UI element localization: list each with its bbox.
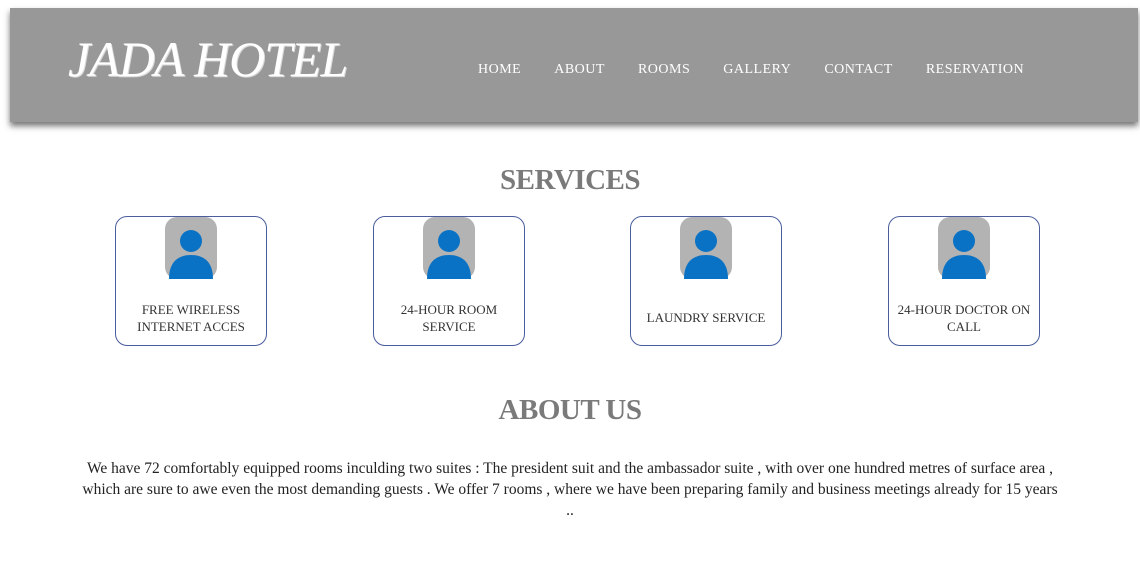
about-title: ABOUT US <box>498 394 642 426</box>
nav-gallery-link[interactable]: GALLERY <box>723 62 791 78</box>
service-card-wireless[interactable]: FREE WIRELESS INTERNET ACCES <box>115 216 267 346</box>
service-card-laundry[interactable]: LAUNDRY SERVICE <box>630 216 782 346</box>
user-avatar-icon <box>938 217 990 279</box>
site-header: JADA HOTEL HOME ABOUT ROOMS GALLERY CONT… <box>10 8 1138 122</box>
user-avatar-icon <box>165 217 217 279</box>
user-avatar-icon <box>680 217 732 279</box>
service-label: 24-HOUR ROOM SERVICE <box>400 302 498 334</box>
services-title: SERVICES <box>499 164 641 196</box>
service-label: LAUNDRY SERVICE <box>646 310 766 325</box>
about-paragraph: We have 72 comfortably equipped rooms in… <box>82 460 1058 519</box>
nav-contact-link[interactable]: CONTACT <box>824 62 893 78</box>
hotel-logo[interactable]: JADA HOTEL <box>68 30 348 88</box>
user-avatar-icon <box>423 217 475 279</box>
nav-about-link[interactable]: ABOUT <box>554 62 605 78</box>
nav-home-link[interactable]: HOME <box>478 62 521 78</box>
service-card-doctor[interactable]: 24-HOUR DOCTOR ON CALL <box>888 216 1040 346</box>
service-label: 24-HOUR DOCTOR ON CALL <box>897 302 1031 334</box>
page: JADA HOTEL HOME ABOUT ROOMS GALLERY CONT… <box>0 0 1140 567</box>
service-card-room-service[interactable]: 24-HOUR ROOM SERVICE <box>373 216 525 346</box>
main-nav: HOME ABOUT ROOMS GALLERY CONTACT RESERVA… <box>478 62 1024 78</box>
nav-reservation-link[interactable]: RESERVATION <box>926 62 1024 78</box>
service-label: FREE WIRELESS INTERNET ACCES <box>137 302 245 334</box>
nav-rooms-link[interactable]: ROOMS <box>638 62 690 78</box>
